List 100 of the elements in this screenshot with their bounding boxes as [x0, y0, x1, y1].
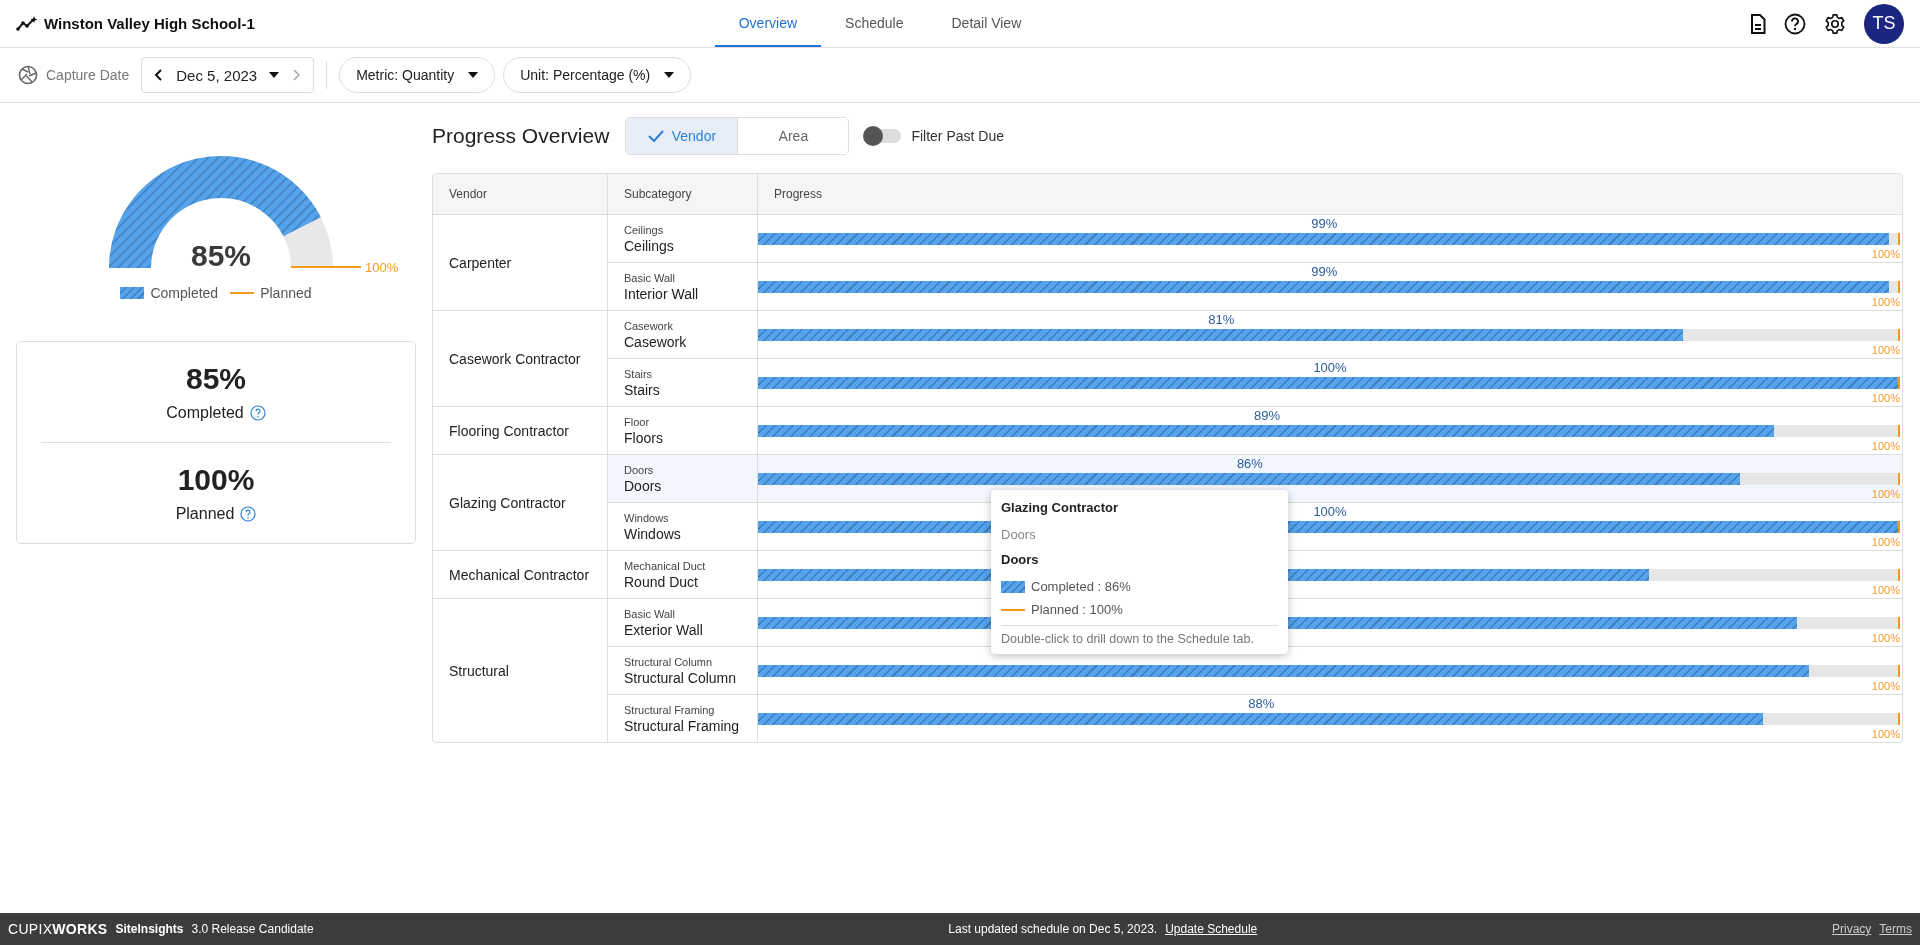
- stat-value: 85%: [185, 362, 246, 396]
- product-name: SiteInsights: [115, 922, 184, 936]
- planned-value: 100%: [1871, 680, 1900, 692]
- help-icon[interactable]: [1784, 12, 1806, 35]
- version-text: 3.0 Release Candidate: [191, 922, 314, 936]
- capture-date-label: Capture Date: [46, 67, 130, 83]
- caret-icon: [468, 72, 479, 78]
- vendor-name: Mechanical Contractor: [449, 566, 590, 583]
- category-label: Doors: [624, 463, 655, 476]
- planned-value: 100%: [1871, 296, 1900, 308]
- planned-marker: [1898, 281, 1900, 293]
- completed-swatch: [120, 287, 145, 299]
- vendor-name: Flooring Contractor: [449, 422, 569, 439]
- chevron-right-icon[interactable]: [291, 68, 302, 82]
- vendor-name: Carpenter: [449, 254, 512, 271]
- shutter-icon: [18, 65, 38, 85]
- planned-value: 100%: [365, 260, 399, 275]
- stat-value: 100%: [177, 463, 255, 497]
- stat-label: Planned: [175, 505, 235, 523]
- planned-value: 100%: [1871, 440, 1900, 452]
- brand-logo: CUPIXWORKS: [8, 921, 108, 937]
- project-title: Winston Valley High School-1: [44, 15, 255, 32]
- stat-label: Completed: [166, 404, 244, 422]
- section-title: Progress Overview: [432, 124, 610, 148]
- caret-icon: [269, 72, 280, 78]
- category-label: Mechanical Duct: [624, 559, 707, 572]
- category-label: Structural Column: [624, 655, 714, 668]
- subcategory-name: Casework: [624, 333, 688, 350]
- subcategory-name: Stairs: [624, 381, 661, 398]
- segment-button[interactable]: Vendor: [626, 118, 738, 154]
- gauge-value: 85%: [191, 239, 251, 272]
- planned-value: 100%: [1871, 584, 1900, 596]
- planned-value: 100%: [1871, 344, 1900, 356]
- planned-marker: [1898, 425, 1900, 437]
- category-label: Windows: [624, 511, 670, 524]
- user-avatar[interactable]: TS: [1864, 3, 1904, 44]
- planned-value: 100%: [1871, 488, 1900, 500]
- tooltip-subcategory: Doors: [1001, 552, 1040, 567]
- planned-value: 100%: [1871, 248, 1900, 260]
- tooltip-category: Doors: [1001, 527, 1037, 542]
- segment-button[interactable]: Area: [737, 118, 849, 154]
- bar-value: 99%: [1311, 216, 1338, 231]
- planned-value: 100%: [1871, 536, 1900, 548]
- toggle-label: Filter Past Due: [911, 128, 1004, 144]
- subcategory-name: Interior Wall: [624, 285, 700, 302]
- update-schedule-link[interactable]: Update Schedule: [1165, 922, 1258, 936]
- tooltip-completed: Completed : 86%: [1031, 579, 1131, 594]
- vendor-name: Casework Contractor: [449, 350, 581, 367]
- subcategory-name: Floors: [624, 429, 664, 446]
- category-label: Ceilings: [624, 223, 665, 236]
- column-header: Subcategory: [608, 174, 758, 214]
- toggle-switch[interactable]: [865, 129, 902, 143]
- subcategory-name: Structural Column: [624, 669, 738, 686]
- tooltip-planned: Planned : 100%: [1031, 602, 1123, 617]
- document-icon[interactable]: [1750, 13, 1766, 34]
- planned-marker: [1898, 329, 1900, 341]
- category-label: Basic Wall: [624, 607, 676, 620]
- planned-marker: [1898, 713, 1900, 725]
- settings-icon[interactable]: [1824, 12, 1846, 35]
- vendor-name: Glazing Contractor: [449, 494, 566, 511]
- subcategory-name: Ceilings: [624, 237, 675, 254]
- date-picker[interactable]: Dec 5, 2023: [141, 57, 315, 93]
- planned-value: 100%: [1871, 392, 1900, 404]
- category-label: Stairs: [624, 367, 654, 380]
- unit-dropdown[interactable]: Unit: Percentage (%): [503, 57, 692, 93]
- subcategory-name: Round Duct: [624, 573, 699, 590]
- bar-value: 89%: [1254, 408, 1281, 423]
- planned-marker: [1898, 377, 1900, 389]
- planned-marker: [1898, 233, 1900, 245]
- bar-value: 99%: [1311, 264, 1338, 279]
- completed-swatch: [1001, 580, 1025, 593]
- bar-value: 100%: [1313, 504, 1347, 519]
- planned-swatch: [1001, 608, 1025, 611]
- column-header: Progress: [773, 186, 824, 203]
- planned-marker: [1898, 617, 1900, 629]
- date-value: Dec 5, 2023: [176, 66, 258, 84]
- planned-value: 100%: [1871, 632, 1900, 644]
- vendor-name: Structural: [449, 662, 509, 679]
- progress-track[interactable]: [758, 329, 1900, 341]
- legend-label: Completed: [150, 285, 219, 301]
- nav-tab[interactable]: Schedule: [821, 0, 928, 47]
- category-label: Casework: [624, 319, 674, 332]
- tooltip-hint: Double-click to drill down to the Schedule tab.: [1001, 632, 1255, 646]
- footer-link[interactable]: Terms: [1879, 922, 1912, 936]
- planned-line: [290, 266, 362, 268]
- nav-tab[interactable]: Detail View: [927, 0, 1046, 47]
- nav-tab[interactable]: Overview: [714, 0, 822, 47]
- planned-value: 100%: [1871, 728, 1900, 740]
- subcategory-name: Exterior Wall: [624, 621, 704, 638]
- footer-link[interactable]: Privacy: [1832, 922, 1872, 936]
- subcategory-name: Doors: [624, 477, 663, 494]
- bar-value: 81%: [1208, 312, 1235, 327]
- metric-dropdown[interactable]: Metric: Quantity: [339, 57, 496, 93]
- tooltip-title: Glazing Contractor: [1001, 500, 1119, 515]
- caret-icon: [664, 72, 675, 78]
- chevron-left-icon[interactable]: [154, 68, 165, 82]
- planned-marker: [1898, 569, 1900, 581]
- subcategory-name: Windows: [624, 525, 682, 542]
- check-icon: [647, 130, 664, 142]
- bar-value: 100%: [1313, 360, 1347, 375]
